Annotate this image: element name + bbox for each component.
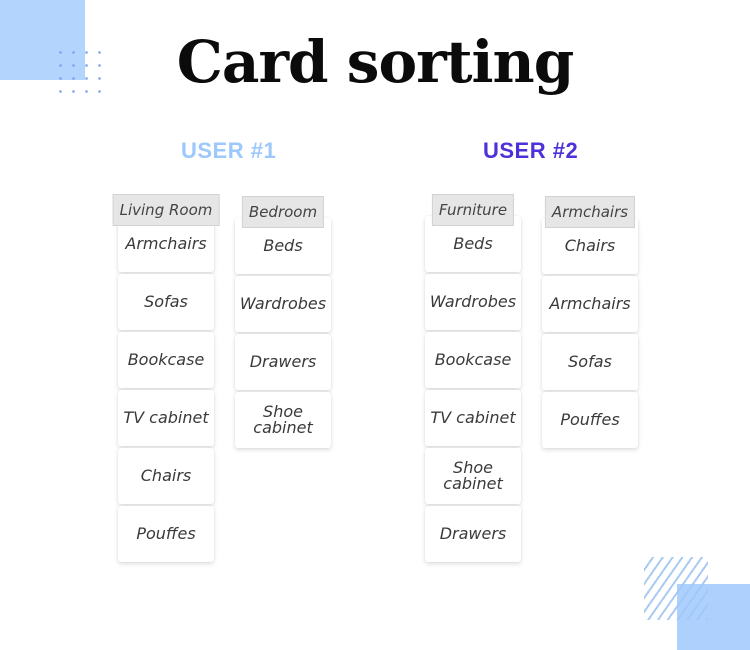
card[interactable]: TV cabinet xyxy=(425,390,521,446)
page-title: Card sorting xyxy=(176,28,575,96)
category-header: Bedroom xyxy=(241,196,325,228)
category-header: Living Room xyxy=(112,194,220,226)
category-header: Armchairs xyxy=(544,196,636,228)
card[interactable]: Armchairs xyxy=(542,276,638,332)
card[interactable]: Sofas xyxy=(542,334,638,390)
card-stack: Beds Wardrobes Drawers Shoe cabinet xyxy=(235,218,331,450)
card[interactable]: Shoe cabinet xyxy=(425,448,521,504)
card[interactable]: Pouffes xyxy=(542,392,638,448)
card[interactable]: Drawers xyxy=(235,334,331,390)
card-stack: Chairs Armchairs Sofas Pouffes xyxy=(542,218,638,450)
card[interactable]: Shoe cabinet xyxy=(235,392,331,448)
card-stack: Armchairs Sofas Bookcase TV cabinet Chairs Po… xyxy=(118,216,214,564)
card[interactable]: Bookcase xyxy=(118,332,214,388)
card[interactable]: Pouffes xyxy=(118,506,214,562)
category-header: Furniture xyxy=(431,194,515,226)
card[interactable]: Wardrobes xyxy=(235,276,331,332)
card[interactable]: Bookcase xyxy=(425,332,521,388)
user-2-label: USER #2 xyxy=(483,138,579,163)
card-stack: Beds Wardrobes Bookcase TV cabinet Shoe cabi… xyxy=(425,216,521,564)
card[interactable]: Sofas xyxy=(118,274,214,330)
card[interactable]: Wardrobes xyxy=(425,274,521,330)
card[interactable]: TV cabinet xyxy=(118,390,214,446)
decorative-square-bottom-right xyxy=(677,584,750,650)
card[interactable]: Drawers xyxy=(425,506,521,562)
user-1-label: USER #1 xyxy=(181,138,277,163)
card[interactable]: Chairs xyxy=(118,448,214,504)
